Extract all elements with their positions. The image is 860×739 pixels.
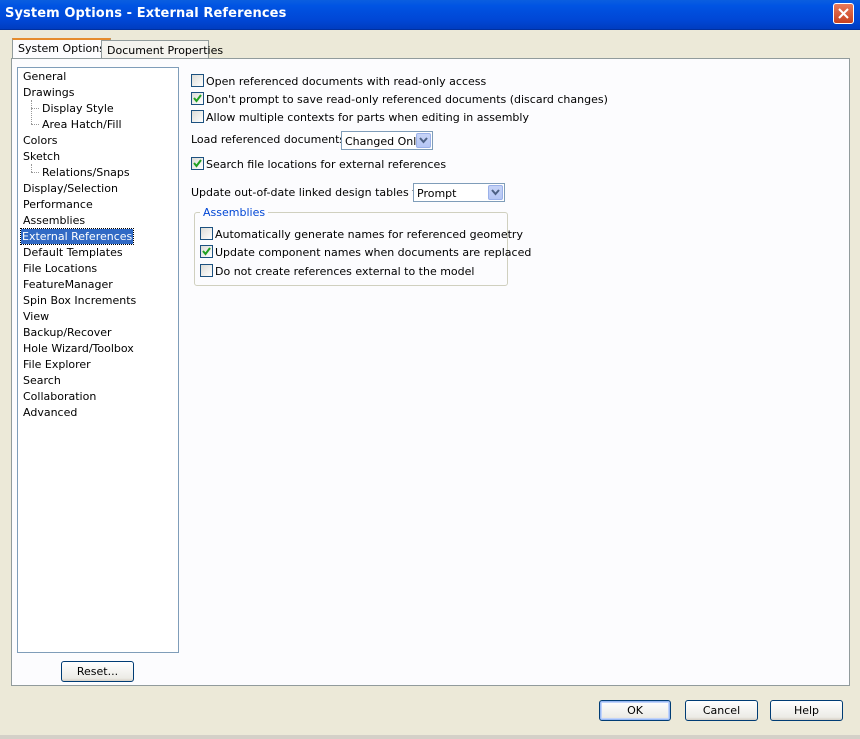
tree-item-drawings[interactable]: Drawings (22, 85, 75, 100)
tree-item-label: Sketch (23, 150, 61, 163)
dropdown-arrow[interactable] (416, 133, 431, 148)
tree-connector (31, 172, 39, 173)
tree-item-area-hatch-fill[interactable]: Area Hatch/Fill (41, 117, 123, 132)
tree-item-view[interactable]: View (22, 309, 50, 324)
auto-names-checkbox[interactable] (200, 227, 213, 240)
tree-item-featuremanager[interactable]: FeatureManager (22, 277, 114, 292)
search-file-locations-checkbox[interactable] (191, 157, 204, 170)
load-referenced-value: Changed Only (345, 135, 423, 148)
tree-item-external-references[interactable]: External References (19, 228, 135, 245)
tree-item-default-templates[interactable]: Default Templates (22, 245, 124, 260)
tree-item-label: External References (22, 230, 133, 243)
tree-item-spin-box-increments[interactable]: Spin Box Increments (22, 293, 137, 308)
dont-prompt-save-label: Don't prompt to save read-only reference… (206, 93, 608, 106)
tree-item-label: File Locations (23, 262, 98, 275)
tab-label: System Options (18, 42, 105, 55)
window-title: System Options - External References (5, 6, 287, 21)
load-referenced-select[interactable]: Changed Only (341, 131, 433, 150)
chevron-down-icon (491, 189, 500, 196)
tree-item-colors[interactable]: Colors (22, 133, 58, 148)
ok-button[interactable]: OK (599, 700, 671, 721)
tree-item-label: Display Style (42, 102, 114, 115)
multiple-contexts-label: Allow multiple contexts for parts when e… (206, 111, 529, 124)
help-button-label: Help (793, 704, 820, 717)
close-icon (838, 8, 849, 19)
ok-button-label: OK (627, 704, 643, 717)
help-button[interactable]: Help (770, 700, 843, 721)
tree-item-label: Performance (23, 198, 93, 211)
tree-item-label: Colors (23, 134, 58, 147)
tree-connector (31, 100, 32, 124)
tree-item-sketch[interactable]: Sketch (22, 149, 61, 164)
tree-item-assemblies[interactable]: Assemblies (22, 213, 86, 228)
tree-item-search[interactable]: Search (22, 373, 62, 388)
assemblies-group-title: Assemblies (200, 207, 269, 219)
tree-item-label: Hole Wizard/Toolbox (23, 342, 134, 355)
tab-label: Document Properties (107, 44, 224, 57)
checkmark-icon (193, 94, 202, 103)
load-referenced-label: Load referenced documents: (191, 133, 349, 146)
tree-item-backup-recover[interactable]: Backup/Recover (22, 325, 113, 340)
tree-item-label: Relations/Snaps (42, 166, 130, 179)
tree-item-label: Collaboration (23, 390, 97, 403)
update-component-names-checkbox[interactable] (200, 245, 213, 258)
search-file-locations-label: Search file locations for external refer… (206, 158, 447, 171)
tree-item-hole-wizard-toolbox[interactable]: Hole Wizard/Toolbox (22, 341, 135, 356)
tree-item-relations-snaps[interactable]: Relations/Snaps (41, 165, 131, 180)
tab-document-properties[interactable]: Document Properties (101, 40, 223, 60)
title-bar: System Options - External References (0, 0, 860, 30)
tree-item-label: Backup/Recover (23, 326, 112, 339)
auto-names-label: Automatically generate names for referen… (215, 228, 523, 241)
tree-item-label: FeatureManager (23, 278, 113, 291)
open-readonly-checkbox[interactable] (191, 74, 204, 87)
checkmark-icon (202, 247, 211, 256)
tree-item-label: Display/Selection (23, 182, 118, 195)
tree-item-label: Advanced (23, 406, 78, 419)
tree-item-file-locations[interactable]: File Locations (22, 261, 98, 276)
options-tree[interactable]: General Drawings Display Style Area Hatc… (17, 67, 179, 653)
tree-connector (31, 164, 32, 172)
tree-item-performance[interactable]: Performance (22, 197, 94, 212)
tree-item-label: Assemblies (23, 214, 86, 227)
open-readonly-label: Open referenced documents with read-only… (206, 75, 487, 88)
tree-item-label: Search (23, 374, 61, 387)
chevron-down-icon (419, 137, 428, 144)
tree-connector (31, 108, 39, 109)
update-design-tables-select[interactable]: Prompt (413, 183, 505, 202)
update-design-tables-value: Prompt (417, 187, 457, 200)
no-external-refs-label: Do not create references external to the… (215, 265, 475, 278)
update-design-tables-label: Update out-of-date linked design tables … (191, 186, 427, 199)
close-button[interactable] (833, 3, 854, 24)
tree-item-label: Drawings (23, 86, 75, 99)
update-component-names-label: Update component names when documents ar… (215, 246, 532, 259)
dropdown-arrow[interactable] (488, 185, 503, 200)
tree-item-label: Default Templates (23, 246, 123, 259)
tree-item-label: Spin Box Increments (23, 294, 137, 307)
tree-item-display-selection[interactable]: Display/Selection (22, 181, 119, 196)
tree-item-label: Area Hatch/Fill (42, 118, 122, 131)
reset-button[interactable]: Reset... (61, 661, 134, 682)
tree-item-general[interactable]: General (22, 69, 67, 84)
window-bottom-edge (0, 735, 860, 739)
cancel-button[interactable]: Cancel (685, 700, 758, 721)
tree-item-label: File Explorer (23, 358, 91, 371)
tree-item-display-style[interactable]: Display Style (41, 101, 115, 116)
tree-connector (31, 124, 39, 125)
tree-item-label: View (23, 310, 50, 323)
reset-button-label: Reset... (76, 665, 119, 678)
tree-item-collaboration[interactable]: Collaboration (22, 389, 97, 404)
cancel-button-label: Cancel (702, 704, 741, 717)
dont-prompt-save-checkbox[interactable] (191, 92, 204, 105)
multiple-contexts-checkbox[interactable] (191, 110, 204, 123)
checkmark-icon (193, 159, 202, 168)
tree-item-advanced[interactable]: Advanced (22, 405, 78, 420)
tree-item-file-explorer[interactable]: File Explorer (22, 357, 92, 372)
tree-item-label: General (23, 70, 67, 83)
no-external-refs-checkbox[interactable] (200, 264, 213, 277)
